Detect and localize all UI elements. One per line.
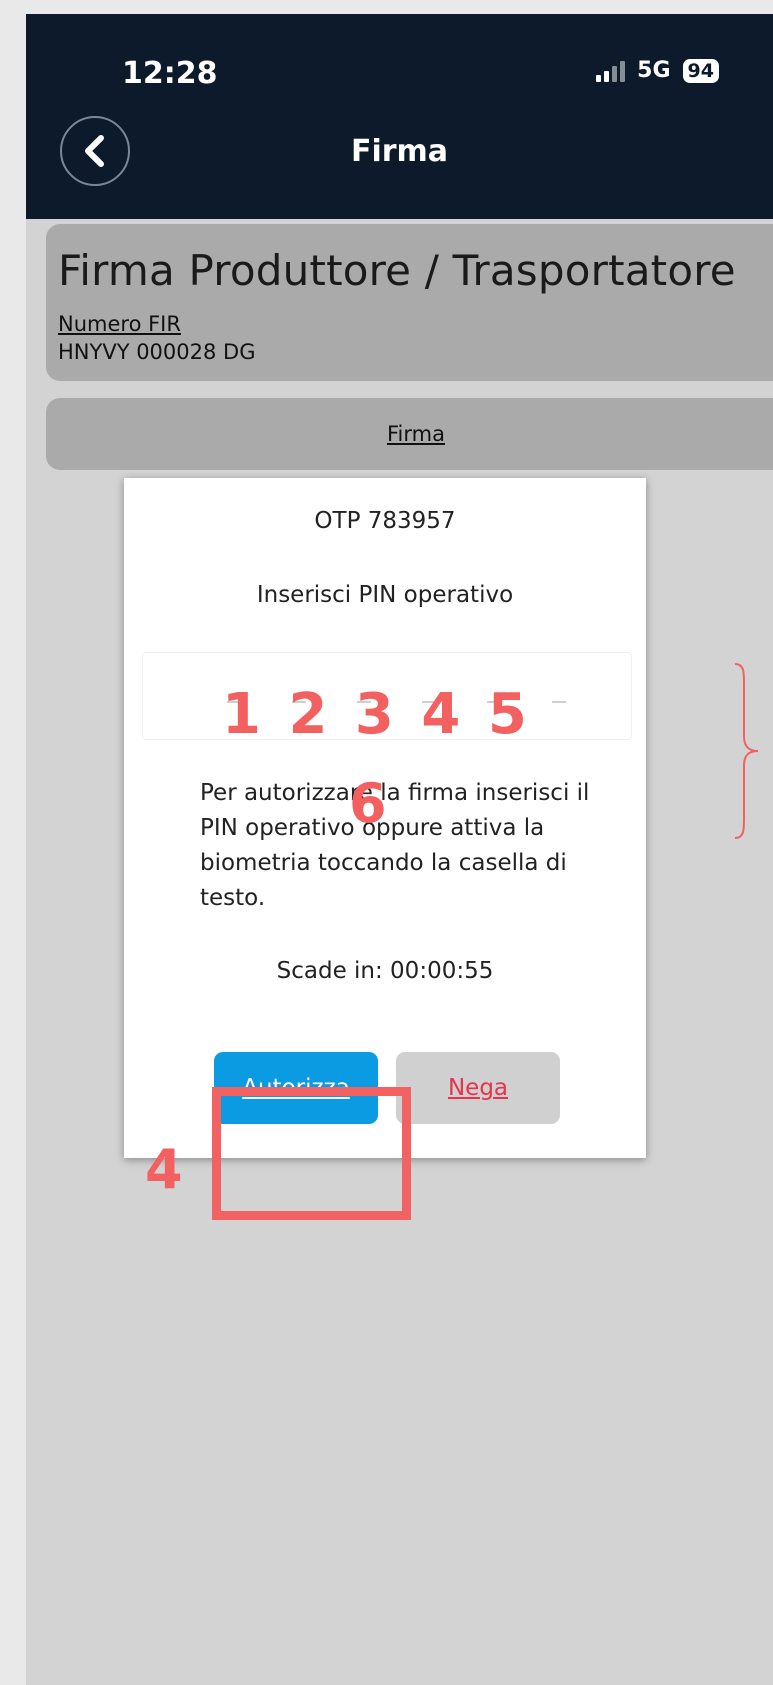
pin-digit-slot: [552, 701, 566, 703]
page: { "status_bar": { "time": "12:28", "netw…: [0, 0, 773, 1685]
expiry-countdown: Scade in: 00:00:55: [276, 958, 494, 984]
signal-icon: [596, 60, 626, 82]
battery-icon: 94: [682, 58, 719, 83]
fir-number-label: Numero FIR: [58, 312, 181, 336]
help-text: Per autorizzare la firma inserisci il PI…: [200, 780, 590, 911]
status-indicators: 5G 94: [596, 58, 719, 83]
otp-code: OTP 783957: [314, 508, 456, 534]
page-title: Firma: [350, 134, 449, 169]
network-label: 5G: [637, 58, 671, 83]
deny-button[interactable]: Nega: [396, 1052, 560, 1124]
tab-firma-label: Firma: [387, 422, 445, 446]
document-header: Firma Produttore / Trasportatore Numero …: [46, 224, 773, 381]
annotation-highlight-box: [212, 1087, 411, 1220]
status-time: 12:28: [122, 56, 218, 91]
annotation-pin-digits: 1 2 3 4 5: [222, 682, 531, 747]
top-bar: 12:28 5G 94 Firma: [26, 14, 773, 219]
tab-firma[interactable]: Firma: [46, 398, 773, 470]
deny-button-label: Nega: [447, 1075, 509, 1101]
annotation-brace: [734, 663, 759, 839]
annotation-sixth-digit: 6: [349, 772, 387, 835]
phone-screen: 12:28 5G 94 Firma Firma Produttore / Tra…: [26, 14, 773, 1685]
annotation-step-number: 4: [145, 1138, 183, 1201]
fir-number-value: HNYVY 000028 DG: [58, 340, 256, 364]
document-title: Firma Produttore / Trasportatore: [58, 246, 736, 295]
pin-prompt: Inserisci PIN operativo: [256, 582, 514, 608]
